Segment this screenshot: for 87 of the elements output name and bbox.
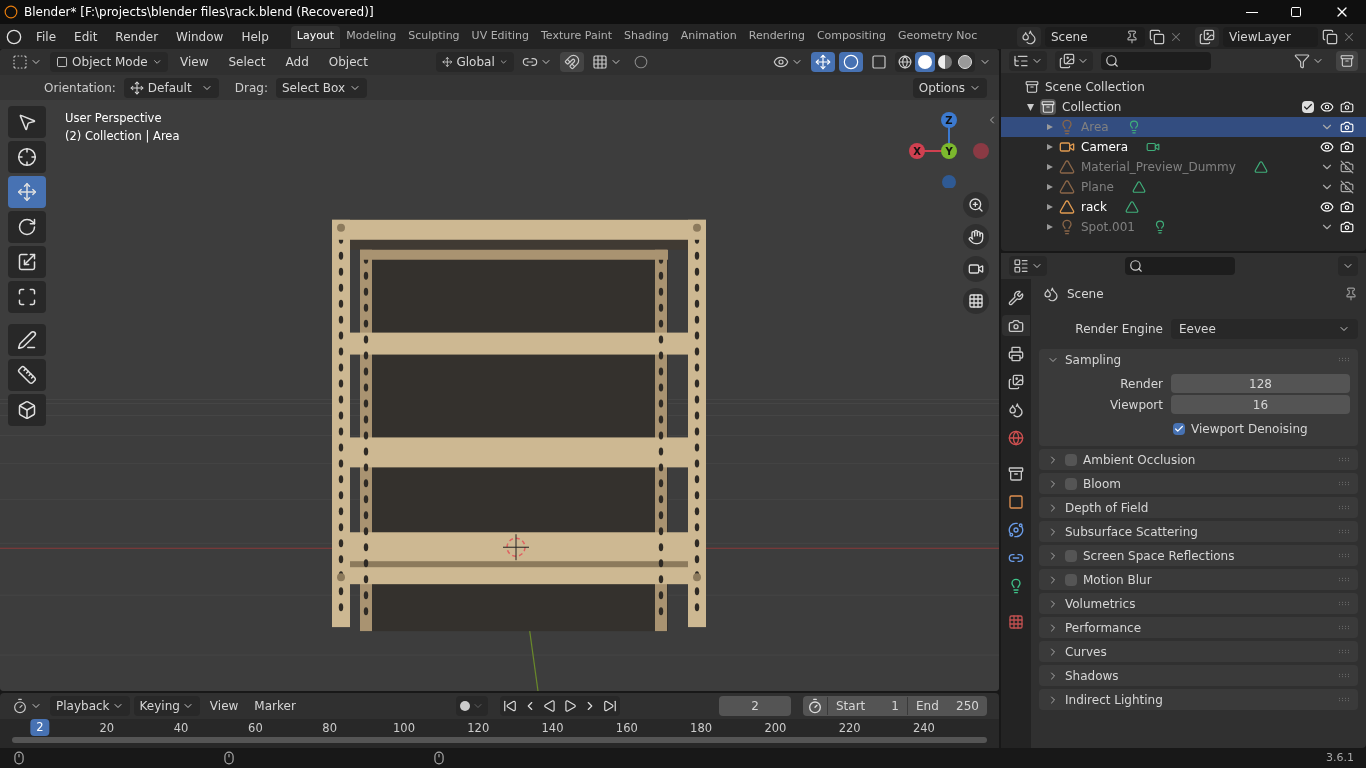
view-layer-name: ViewLayer — [1229, 28, 1291, 46]
menu-item[interactable]: Add — [277, 53, 317, 71]
field-label: Render — [1119, 375, 1163, 393]
end-frame-field[interactable]: End 250 — [907, 697, 987, 715]
frame-number: 220 — [838, 720, 861, 737]
panel-title[interactable]: Motion Blur — [1083, 570, 1152, 589]
start-frame-field[interactable]: Start 1 — [827, 697, 907, 715]
orientation-label: Orientation: — [44, 79, 116, 97]
menu-item[interactable]: Edit — [66, 27, 106, 46]
panel-title[interactable]: Indirect Lighting — [1065, 690, 1163, 709]
frame-number: 100 — [393, 720, 415, 737]
menu-item[interactable]: View — [172, 53, 217, 71]
workspace-tab[interactable]: Modeling — [340, 25, 403, 48]
frame-number: 60 — [248, 720, 263, 737]
view-name: User Perspective — [65, 110, 163, 127]
workspace-tab[interactable]: Sculpting — [402, 25, 466, 48]
frame-number: 180 — [690, 720, 713, 737]
menu-item[interactable]: Select — [220, 53, 274, 71]
outliner-row[interactable]: Material_Preview_Dummy — [1001, 157, 1366, 177]
menu-item[interactable]: Render — [107, 27, 167, 46]
workspace-tab[interactable]: Rendering — [742, 25, 811, 48]
window-title: Blender* [F:\projects\blender files\rack.blend (Recovered)] — [24, 4, 374, 21]
field-label: Render Engine — [1074, 321, 1163, 338]
scene-field[interactable]: Scene — [1045, 26, 1145, 47]
outliner-row[interactable]: Camera — [1001, 137, 1366, 157]
drag-label: Drag: — [234, 79, 268, 97]
panel-title[interactable]: Screen Space Reflections — [1083, 546, 1235, 565]
number-field[interactable]: 16 — [1171, 395, 1350, 414]
outliner-row[interactable]: Spot.001 — [1001, 217, 1366, 237]
panel-title[interactable]: Subsurface Scattering — [1065, 522, 1198, 541]
panel-title[interactable]: Bloom — [1083, 474, 1121, 493]
orientation-dropdown[interactable]: Default — [123, 77, 219, 98]
frame-number: 140 — [541, 720, 564, 737]
scene-name: Scene — [1051, 28, 1088, 46]
menu-item[interactable]: File — [28, 27, 65, 46]
workspace-tab[interactable]: Animation — [674, 25, 743, 48]
checkbox-label[interactable]: Viewport Denoising — [1191, 420, 1308, 438]
menu-item[interactable]: View — [203, 696, 245, 716]
axis-gizmo[interactable]: Z X Y — [905, 108, 995, 188]
panel-title[interactable]: Sampling — [1065, 350, 1122, 369]
field-label: Viewport — [1108, 396, 1163, 414]
frame-number: 240 — [912, 720, 935, 737]
frame-number: 200 — [764, 720, 787, 737]
frame-number: 80 — [322, 720, 337, 737]
panel-title[interactable]: Volumetrics — [1065, 594, 1136, 613]
menu-item[interactable]: Keying — [133, 696, 200, 716]
menu-item[interactable]: Help — [233, 27, 277, 46]
outliner-row[interactable]: rack — [1001, 197, 1366, 217]
render-engine-dropdown[interactable]: Eevee — [1171, 319, 1358, 339]
tree-item-label[interactable]: Plane — [1081, 178, 1114, 196]
menu-item[interactable]: Marker — [248, 696, 302, 716]
tree-item-label[interactable]: Material_Preview_Dummy — [1081, 158, 1236, 176]
panel-title[interactable]: Performance — [1065, 618, 1142, 637]
workspace-tab[interactable]: Layout — [290, 25, 341, 48]
tree-item-label[interactable]: Spot.001 — [1081, 218, 1135, 236]
menu-item[interactable]: Object — [320, 53, 376, 71]
tree-item-label[interactable]: Collection — [1062, 98, 1122, 116]
view-context: (2) Collection | Area — [65, 128, 180, 145]
number-field[interactable]: 128 — [1171, 374, 1350, 393]
tree-item-label[interactable]: Scene Collection — [1045, 78, 1145, 96]
menu-item[interactable]: Window — [168, 27, 232, 46]
frame-number: 120 — [467, 720, 490, 737]
context-title: Scene — [1067, 286, 1104, 303]
panel-title[interactable]: Depth of Field — [1065, 498, 1149, 517]
current-frame-marker[interactable]: 2 — [30, 719, 50, 737]
current-frame-field[interactable]: 2 — [719, 696, 791, 716]
workspace-tab[interactable]: Geometry Noc — [891, 25, 984, 48]
menu-item[interactable]: Playback — [50, 696, 130, 716]
frame-number: 40 — [173, 720, 189, 737]
workspace-tab[interactable]: UV Editing — [465, 25, 535, 48]
orientation-dropdown[interactable]: Global — [435, 52, 514, 72]
workspace-tab[interactable]: Texture Paint — [535, 25, 618, 48]
panel-title[interactable]: Shadows — [1065, 666, 1119, 685]
tree-item-label[interactable]: rack — [1081, 198, 1107, 216]
frame-number: 160 — [615, 720, 638, 737]
mode-dropdown[interactable]: Object Mode — [50, 52, 168, 72]
frame-number: 20 — [99, 720, 115, 737]
workspace-tab[interactable]: Shading — [617, 25, 675, 48]
panel-title[interactable]: Curves — [1065, 642, 1107, 661]
drag-dropdown[interactable]: Select Box — [276, 77, 368, 98]
outliner-row[interactable]: Plane — [1001, 177, 1366, 197]
panel-title[interactable]: Ambient Occlusion — [1083, 450, 1196, 469]
view-layer-field[interactable]: ViewLayer — [1223, 26, 1318, 47]
options-button[interactable]: Options — [912, 77, 987, 98]
version-label: 3.6.1 — [1326, 749, 1354, 766]
workspace-tab[interactable]: Compositing — [810, 25, 892, 48]
tree-item-label[interactable]: Camera — [1081, 138, 1129, 156]
